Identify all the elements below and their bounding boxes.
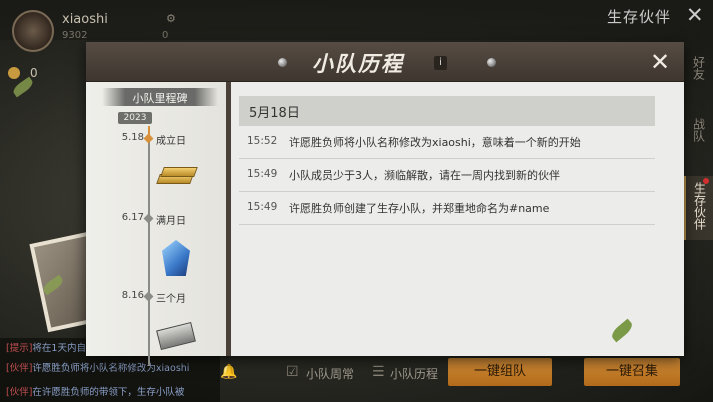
side-tab-label: 生存伙伴 <box>692 182 707 230</box>
bell-icon[interactable]: 🔔 <box>220 364 237 380</box>
crystal-icon[interactable] <box>162 240 190 276</box>
log-message: 小队成员少于3人，濒临解散，请在一周内找到新的伙伴 <box>289 169 560 182</box>
milestone-label: 三个月 <box>156 294 186 305</box>
milestone-marker <box>143 291 154 302</box>
avatar[interactable] <box>12 10 54 52</box>
log-message: 许愿胜负师将小队名称修改为xiaoshi，意味着一个新的开始 <box>289 136 581 149</box>
log-time: 15:49 <box>247 201 278 213</box>
currency-value: 0 <box>30 66 38 80</box>
squad-history-modal: 小队历程 i ✕ 小队里程碑 2023 5.18 成立日 6.17 满月日 8.… <box>86 42 684 366</box>
close-icon[interactable]: ✕ <box>650 48 670 76</box>
rivet-icon <box>487 58 496 67</box>
side-tab-squad[interactable]: 战队 <box>684 112 713 156</box>
check-icon: ☑ <box>286 364 299 380</box>
panel-title: 生存伙伴 <box>607 8 672 26</box>
user-level: 0 <box>162 30 169 41</box>
side-tab-friends[interactable]: 好友 <box>684 50 713 94</box>
settings-gear-icon[interactable]: ⚙ <box>166 12 176 25</box>
username: xiaoshi <box>62 12 108 27</box>
notification-dot <box>703 178 709 184</box>
gold-bars-icon[interactable] <box>156 164 198 188</box>
log-message: 许愿胜负师创建了生存小队，并郑重地命名为#name <box>289 202 550 215</box>
side-tab-label: 战队 <box>691 118 706 142</box>
chat-line: [伙伴]在许愿胜负师的带领下，生存小队被 <box>6 387 185 398</box>
modal-header: 小队历程 i ✕ <box>86 42 684 82</box>
form-team-button[interactable]: 一键组队 <box>448 358 552 386</box>
side-tab-label: 好友 <box>691 56 706 80</box>
book-icon[interactable] <box>156 321 196 351</box>
milestone-date: 6.17 <box>121 212 144 223</box>
user-id: 9302 <box>62 30 88 41</box>
log-entry: 15:52 许愿胜负师将小队名称修改为xiaoshi，意味着一个新的开始 <box>239 126 655 159</box>
side-tab-partners[interactable]: 生存伙伴 <box>684 176 713 240</box>
list-icon: ☰ <box>372 364 385 380</box>
milestone-date: 5.18 <box>121 132 144 143</box>
milestone-date: 8.16 <box>121 290 144 301</box>
milestone-title: 小队里程碑 <box>132 92 188 105</box>
coin-icon <box>8 67 20 79</box>
summon-button[interactable]: 一键召集 <box>584 358 680 386</box>
squad-daily-link[interactable]: 小队周常 <box>306 365 354 382</box>
year-badge: 2023 <box>118 112 152 124</box>
milestone-label: 成立日 <box>156 136 186 147</box>
history-log[interactable]: 5月18日 15:52 许愿胜负师将小队名称修改为xiaoshi，意味着一个新的… <box>231 82 684 356</box>
bottom-bar: 🔔 ☑ 小队周常 ☰ 小队历程 一键组队 一键召集 <box>210 356 713 388</box>
log-date: 5月18日 <box>249 106 300 121</box>
currency: 0 <box>8 66 38 80</box>
modal-title: 小队历程 <box>312 52 404 76</box>
squad-history-link[interactable]: 小队历程 <box>390 365 438 382</box>
log-entry: 15:49 许愿胜负师创建了生存小队，并郑重地命名为#name <box>239 192 655 225</box>
info-icon[interactable]: i <box>434 56 447 70</box>
log-date-header: 5月18日 <box>239 96 655 126</box>
log-time: 15:49 <box>247 168 278 180</box>
milestone-title-bar: 小队里程碑 <box>102 88 218 106</box>
milestone-panel[interactable]: 小队里程碑 2023 5.18 成立日 6.17 满月日 8.16 三个月 <box>86 82 226 366</box>
log-time: 15:52 <box>247 135 278 147</box>
timeline-line <box>148 126 150 366</box>
rivet-icon <box>278 58 287 67</box>
milestone-marker <box>143 133 154 144</box>
milestone-label: 满月日 <box>156 216 186 227</box>
chat-line: [伙伴]许愿胜负师将小队名称修改为xiaoshi <box>6 363 190 374</box>
milestone-marker <box>143 213 154 224</box>
log-entry: 15:49 小队成员少于3人，濒临解散，请在一周内找到新的伙伴 <box>239 159 655 192</box>
close-icon[interactable]: ✕ <box>686 3 704 27</box>
